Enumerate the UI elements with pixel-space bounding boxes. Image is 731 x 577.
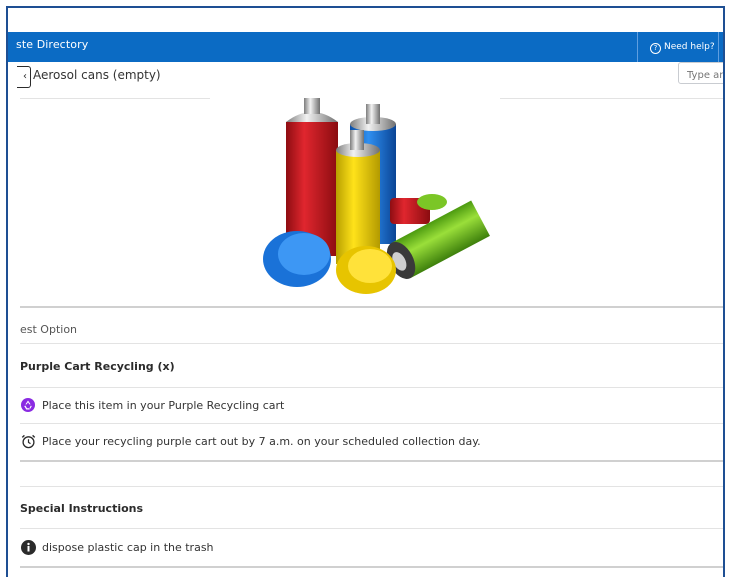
divider bbox=[20, 460, 723, 462]
need-help-label: Need help? bbox=[664, 42, 715, 52]
item-title: Aerosol cans (empty) bbox=[33, 68, 161, 82]
option-title: Purple Cart Recycling (x) bbox=[20, 360, 175, 373]
info-icon bbox=[21, 540, 36, 555]
divider bbox=[20, 306, 723, 308]
divider bbox=[20, 528, 723, 529]
instruction-text: dispose plastic cap in the trash bbox=[42, 541, 214, 554]
divider bbox=[20, 486, 723, 487]
divider bbox=[20, 566, 723, 568]
divider bbox=[20, 387, 723, 388]
best-option-label: est Option bbox=[20, 323, 78, 336]
recycle-icon bbox=[21, 398, 35, 412]
instruction-text: Place your recycling purple cart out by … bbox=[42, 435, 481, 448]
question-icon: ? bbox=[650, 43, 661, 54]
header-bar: ste Directory ? Need help? bbox=[8, 32, 723, 62]
header-title: ste Directory bbox=[16, 38, 89, 51]
divider bbox=[20, 343, 723, 344]
divider bbox=[500, 98, 723, 99]
search-input[interactable] bbox=[679, 66, 723, 81]
aerosol-cans-illustration bbox=[263, 98, 490, 294]
divider bbox=[20, 98, 210, 99]
app-frame: ste Directory ?Need help? ‹ Aerosol cans… bbox=[6, 6, 725, 577]
special-instructions-title: Special Instructions bbox=[20, 502, 144, 515]
item-image bbox=[242, 94, 500, 304]
search-box[interactable] bbox=[678, 62, 723, 84]
need-help-button[interactable]: ? Need help? bbox=[637, 32, 719, 62]
instruction-text: Place this item in your Purple Recycling… bbox=[42, 399, 285, 412]
alarm-clock-icon bbox=[21, 434, 36, 449]
divider bbox=[20, 423, 723, 424]
back-button[interactable]: ‹ bbox=[17, 66, 31, 88]
